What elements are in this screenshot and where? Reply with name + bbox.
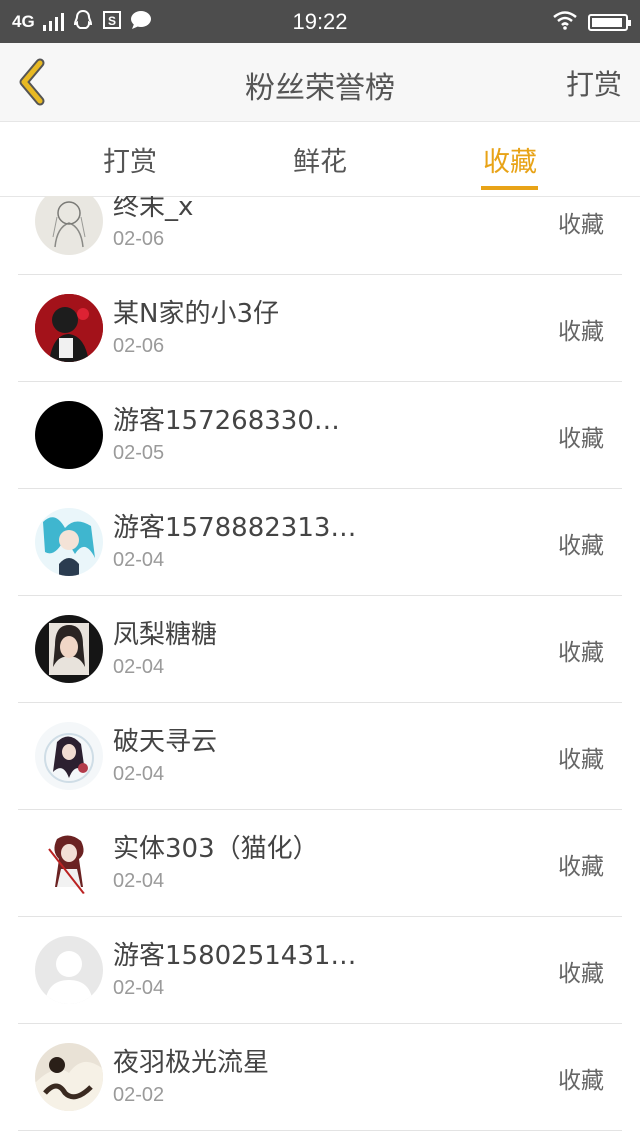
list-item[interactable]: 破天寻云 02-04 收藏 xyxy=(18,703,622,810)
wifi-icon xyxy=(552,10,578,34)
fan-action: 收藏 xyxy=(558,319,604,345)
fan-action: 收藏 xyxy=(558,533,604,559)
avatar xyxy=(35,1043,103,1111)
battery-icon xyxy=(588,13,631,31)
fan-list[interactable]: 终末_x 02-06 收藏 某N家的小3仔 02-06 收藏 游客1572683… xyxy=(0,196,640,1138)
reward-button[interactable]: 打赏 xyxy=(566,63,622,103)
avatar xyxy=(35,936,103,1004)
fan-date: 02-06 xyxy=(113,228,165,250)
avatar xyxy=(35,196,103,255)
avatar xyxy=(35,829,103,897)
fan-action: 收藏 xyxy=(558,854,604,880)
clock: 19:22 xyxy=(292,9,348,34)
fan-name: 破天寻云 xyxy=(113,727,218,757)
fan-action: 收藏 xyxy=(558,747,604,773)
tab-reward[interactable]: 打赏 xyxy=(70,140,190,179)
fan-date: 02-04 xyxy=(113,870,165,892)
fan-action: 收藏 xyxy=(558,212,604,238)
fan-date: 02-04 xyxy=(113,656,165,678)
fan-date: 02-04 xyxy=(113,549,165,571)
fan-name: 终末_x xyxy=(113,196,194,222)
avatar xyxy=(35,615,103,683)
fan-name: 凤梨糖糖 xyxy=(113,620,218,650)
avatar xyxy=(35,294,103,362)
fan-name: 实体303（猫化） xyxy=(113,834,319,864)
tab-bar: 打赏 鲜花 收藏 xyxy=(0,122,640,197)
list-item[interactable]: 游客1580251431… 02-04 收藏 xyxy=(18,917,622,1024)
fan-name: 游客157268330… xyxy=(113,406,340,436)
list-item[interactable]: 终末_x 02-06 收藏 xyxy=(18,196,622,275)
tab-favorites[interactable]: 收藏 xyxy=(450,140,570,179)
list-item[interactable]: 实体303（猫化） 02-04 收藏 xyxy=(18,810,622,917)
fan-date: 02-05 xyxy=(113,442,165,464)
fan-name: 夜羽极光流星 xyxy=(113,1048,270,1078)
list-item[interactable]: 游客157268330… 02-05 收藏 xyxy=(18,382,622,489)
page-title: 粉丝荣誉榜 xyxy=(245,71,395,106)
avatar xyxy=(35,508,103,576)
fan-date: 02-04 xyxy=(113,763,165,785)
header-bar: 粉丝荣誉榜 打赏 xyxy=(0,43,640,122)
status-bar: 4G S 19:22 xyxy=(0,0,640,43)
avatar xyxy=(35,401,103,469)
active-tab-indicator xyxy=(481,186,538,190)
fan-date: 02-06 xyxy=(113,335,165,357)
list-item[interactable]: 某N家的小3仔 02-06 收藏 xyxy=(18,275,622,382)
fan-name: 游客1578882313… xyxy=(113,513,357,543)
fan-action: 收藏 xyxy=(558,1068,604,1094)
avatar xyxy=(35,722,103,790)
list-item[interactable]: 夜羽极光流星 02-02 收藏 xyxy=(18,1024,622,1131)
fan-action: 收藏 xyxy=(558,426,604,452)
list-item[interactable]: 凤梨糖糖 02-04 收藏 xyxy=(18,596,622,703)
fan-action: 收藏 xyxy=(558,961,604,987)
fan-date: 02-02 xyxy=(113,1084,165,1106)
tab-flowers[interactable]: 鲜花 xyxy=(260,140,380,179)
list-item[interactable]: 游客1578882313… 02-04 收藏 xyxy=(18,489,622,596)
fan-action: 收藏 xyxy=(558,640,604,666)
fan-name: 某N家的小3仔 xyxy=(113,299,279,329)
fan-name: 游客1580251431… xyxy=(113,941,357,971)
fan-date: 02-04 xyxy=(113,977,165,999)
